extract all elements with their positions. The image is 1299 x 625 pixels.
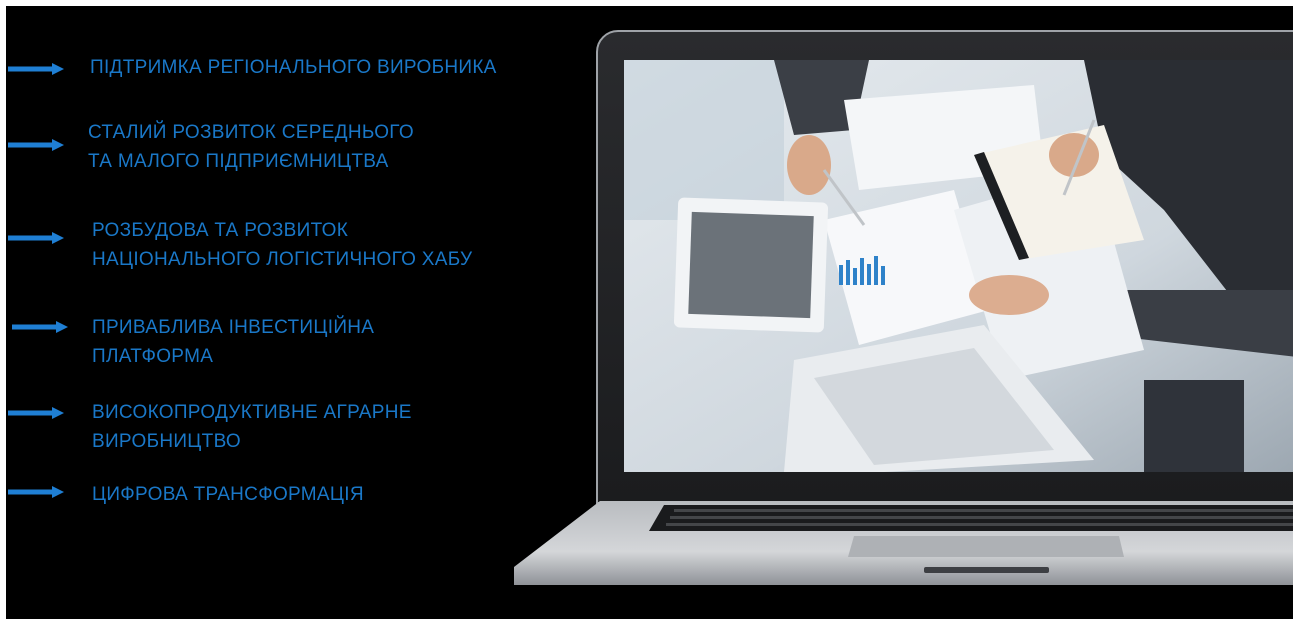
priority-item-3-line-2: НАЦІОНАЛЬНОГО ЛОГІСТИЧНОГО ХАБУ	[92, 249, 473, 270]
business-meeting-photo	[624, 60, 1293, 472]
priority-item-1-line-1: ПІДТРИМКА РЕГІОНАЛЬНОГО ВИРОБНИКА	[90, 57, 497, 78]
priority-item-2-line-1: СТАЛИЙ РОЗВИТОК СЕРЕДНЬОГО	[88, 122, 414, 143]
priority-item-6-line-1: ЦИФРОВА ТРАНСФОРМАЦІЯ	[92, 484, 364, 505]
arrow-right-icon	[12, 321, 68, 333]
arrow-right-icon	[8, 139, 64, 151]
priority-item-5-line-2: ВИРОБНИЦТВО	[92, 431, 241, 452]
priority-item-4-line-1: ПРИВАБЛИВА ІНВЕСТИЦІЙНА	[92, 317, 375, 338]
priority-item-4: ПРИВАБЛИВА ІНВЕСТИЦІЙНА ПЛАТФОРМА	[92, 313, 374, 371]
laptop-icon	[596, 30, 1293, 504]
priority-item-4-line-2: ПЛАТФОРМА	[92, 346, 214, 367]
priority-item-2: СТАЛИЙ РОЗВИТОК СЕРЕДНЬОГО ТА МАЛОГО ПІД…	[88, 118, 414, 176]
priority-item-3-line-1: РОЗБУДОВА ТА РОЗВИТОК	[92, 220, 349, 241]
priority-item-6: ЦИФРОВА ТРАНСФОРМАЦІЯ	[92, 480, 364, 509]
arrow-right-icon	[8, 407, 64, 419]
laptop-base	[514, 501, 1293, 585]
arrow-right-icon	[8, 486, 64, 498]
priority-item-2-line-2: ТА МАЛОГО ПІДПРИЄМНИЦТВА	[88, 151, 389, 172]
priority-item-5: ВИСОКОПРОДУКТИВНЕ АГРАРНЕ ВИРОБНИЦТВО	[92, 398, 412, 456]
arrow-right-icon	[8, 232, 64, 244]
arrow-right-icon	[8, 63, 64, 75]
slide: ПІДТРИМКА РЕГІОНАЛЬНОГО ВИРОБНИКА СТАЛИЙ…	[6, 6, 1293, 619]
priority-item-5-line-1: ВИСОКОПРОДУКТИВНЕ АГРАРНЕ	[92, 402, 412, 423]
priority-item-1: ПІДТРИМКА РЕГІОНАЛЬНОГО ВИРОБНИКА	[90, 53, 497, 82]
priority-item-3: РОЗБУДОВА ТА РОЗВИТОК НАЦІОНАЛЬНОГО ЛОГІ…	[92, 216, 472, 274]
